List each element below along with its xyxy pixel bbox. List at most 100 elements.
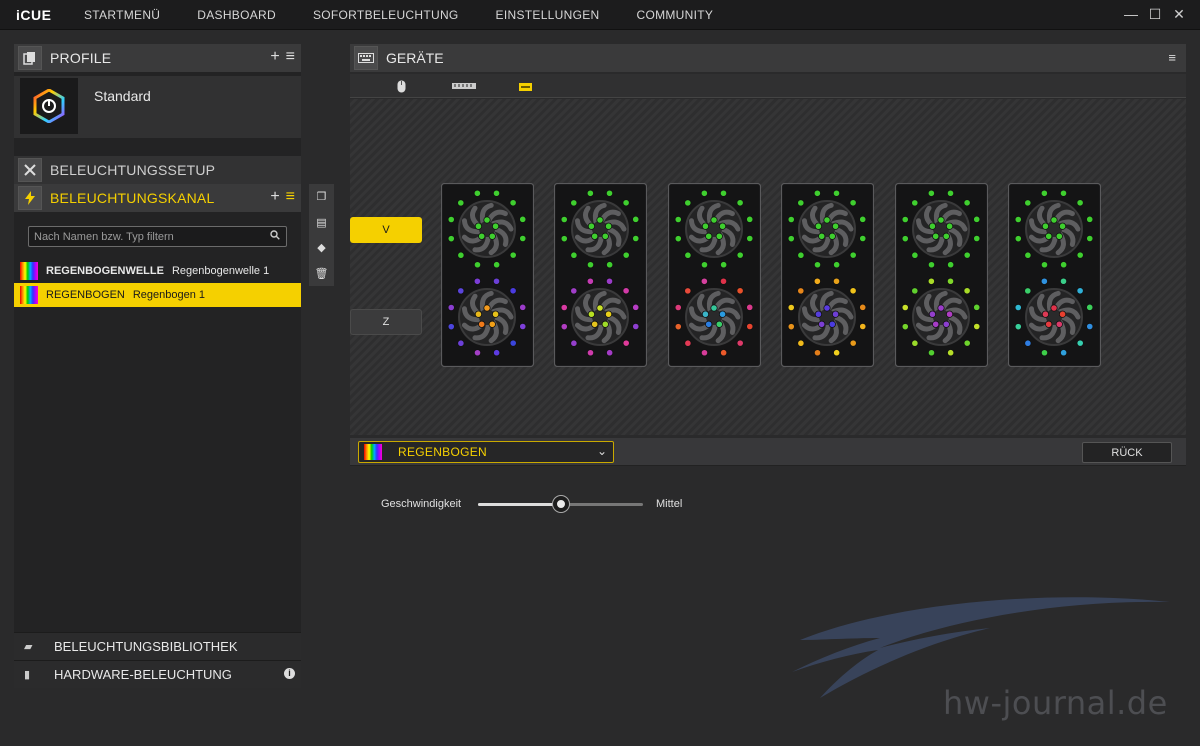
fan-led[interactable] [910,287,918,295]
fan-led[interactable] [519,322,527,331]
fan-led[interactable] [488,320,496,328]
fan-led[interactable] [1014,215,1022,224]
fan-led[interactable] [473,189,481,197]
fan-led[interactable] [972,303,980,311]
fan-led[interactable] [745,322,754,331]
delete-icon[interactable]: 🗑 [315,267,329,280]
fan-led[interactable] [901,235,909,243]
fan-led[interactable] [963,339,971,347]
fan-led[interactable] [1024,251,1032,259]
nav-community[interactable]: COMMUNITY [636,8,713,22]
fan-led[interactable] [719,349,728,357]
add-layer-icon[interactable]: + [270,188,279,206]
fan-led[interactable] [745,303,754,311]
fan-led[interactable] [561,235,569,243]
fan-device[interactable] [1007,182,1102,368]
fan-led[interactable] [1024,287,1032,295]
fan-led[interactable] [1024,199,1032,207]
channel-menu-icon[interactable]: ≡ [286,188,295,206]
fan-led[interactable] [928,222,936,230]
fan-led[interactable] [1055,320,1063,328]
fan-led[interactable] [945,310,953,318]
fan-led[interactable] [632,234,640,243]
fan-led[interactable] [474,310,483,318]
fan-led[interactable] [1086,303,1094,311]
lighting-channel-header[interactable]: BELEUCHTUNGSKANAL + ≡ [14,184,301,212]
fan-led[interactable] [509,251,517,259]
fan-led[interactable] [623,251,631,259]
fan-led[interactable] [963,199,971,207]
fan-led[interactable] [606,261,614,269]
fan-led[interactable] [815,310,823,318]
fan-led[interactable] [813,277,822,285]
fan-led[interactable] [718,310,726,318]
fan-led[interactable] [473,261,482,269]
fan-led[interactable] [946,189,954,197]
nav-settings[interactable]: EINSTELLUNGEN [496,8,600,22]
fan-led[interactable] [787,215,796,224]
fan-led[interactable] [833,189,841,197]
controller-device-icon[interactable] [519,83,532,91]
fan-led[interactable] [1014,323,1022,331]
fan-led[interactable] [1014,303,1022,312]
fan-led[interactable] [787,303,796,312]
fan-led[interactable] [606,189,614,197]
fan-led[interactable] [1086,322,1094,331]
fan-led[interactable] [787,323,796,331]
fan-led[interactable] [519,234,527,243]
fan-led[interactable] [1040,277,1048,285]
fan-led[interactable] [570,287,578,295]
fan-led[interactable] [710,304,718,312]
fan-device[interactable] [554,182,648,368]
zone-z-button[interactable]: Z [350,309,422,335]
fan-led[interactable] [1055,232,1063,240]
fan-led[interactable] [1040,349,1049,357]
fan-led[interactable] [928,310,936,318]
fan-led[interactable] [591,320,599,328]
fan-led[interactable] [457,339,465,347]
fan-led[interactable] [942,320,950,328]
fan-led[interactable] [814,349,822,357]
fan-led[interactable] [849,339,857,347]
search-icon[interactable] [270,230,280,240]
duplicate-icon[interactable]: ▤ [316,216,326,229]
fan-led[interactable] [509,287,517,295]
fan-led[interactable] [570,251,578,259]
fan-led[interactable] [700,349,708,357]
nav-dashboard[interactable]: DASHBOARD [197,8,276,22]
fan-led[interactable] [674,303,682,312]
fan-led[interactable] [602,232,610,240]
fan-led[interactable] [736,339,744,347]
fan-led[interactable] [683,287,692,295]
nav-instant-lighting[interactable]: SOFORTBELEUCHTUNG [313,8,459,22]
fan-led[interactable] [1014,235,1022,243]
memory-device-icon[interactable] [452,83,476,89]
fan-led[interactable] [700,277,708,285]
fan-led[interactable] [587,261,595,269]
fan-led[interactable] [1076,199,1084,207]
fan-device[interactable] [667,182,761,368]
fan-led[interactable] [683,199,692,207]
fan-led[interactable] [1076,251,1084,259]
fan-led[interactable] [519,303,527,311]
layer-filter-input[interactable] [28,226,287,247]
fan-led[interactable] [570,339,578,347]
fan-led[interactable] [493,261,501,269]
fan-led[interactable] [745,215,754,223]
fan-led[interactable] [1024,339,1032,347]
fan-led[interactable] [1041,310,1050,318]
close-icon[interactable]: ✕ [1172,6,1186,22]
copy-icon[interactable]: ❐ [317,190,327,203]
fan-led[interactable] [901,303,909,312]
fan-led[interactable] [736,251,744,259]
fan-led[interactable] [483,216,491,224]
fan-led[interactable] [606,349,614,357]
fan-led[interactable] [1050,304,1058,312]
fan-led[interactable] [519,215,527,223]
fan-led[interactable] [622,287,631,295]
fan-led[interactable] [473,277,481,285]
fan-led[interactable] [491,222,500,230]
fan-led[interactable] [946,349,954,357]
fan-led[interactable] [587,277,595,285]
fan-led[interactable] [859,234,867,243]
